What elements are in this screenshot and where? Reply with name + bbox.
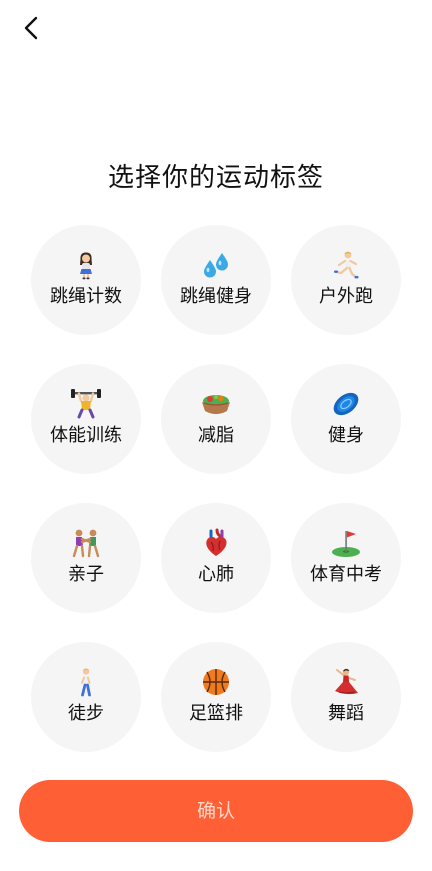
girl-standing-icon	[70, 249, 102, 281]
back-button[interactable]	[16, 14, 48, 46]
tag-label: 舞蹈	[328, 703, 364, 724]
dancer-icon	[330, 666, 362, 698]
tag-label: 跳绳计数	[50, 286, 122, 307]
tag-label: 跳绳健身	[180, 286, 252, 307]
sport-tag-grid: 跳绳计数 跳绳健身 户外跑 体能训练 减脂 健身 亲子 心肺 体育中考 徒步 足…	[31, 225, 401, 752]
tag-label: 足篮排	[189, 703, 243, 724]
page-title: 选择你的运动标签	[107, 163, 324, 193]
tag-label: 心肺	[198, 564, 234, 585]
tag-dance[interactable]: 舞蹈	[291, 642, 401, 752]
weightlifter-icon	[70, 388, 102, 420]
tag-sports-exam[interactable]: 体育中考	[291, 503, 401, 613]
tag-label: 体育中考	[310, 564, 382, 585]
tag-outdoor-running[interactable]: 户外跑	[291, 225, 401, 335]
tag-label: 健身	[328, 425, 364, 446]
tag-label: 亲子	[68, 564, 104, 585]
golf-flag-icon	[330, 527, 362, 559]
tag-ball-sports[interactable]: 足篮排	[161, 642, 271, 752]
tag-label: 户外跑	[319, 286, 373, 307]
basketball-icon	[200, 666, 232, 698]
chevron-left-icon	[22, 16, 42, 44]
walker-icon	[70, 666, 102, 698]
tag-jump-rope-fitness[interactable]: 跳绳健身	[161, 225, 271, 335]
tag-label: 体能训练	[50, 425, 122, 446]
frisbee-icon	[330, 388, 362, 420]
tag-label: 减脂	[198, 425, 234, 446]
wrestlers-icon	[70, 527, 102, 559]
tag-hiking[interactable]: 徒步	[31, 642, 141, 752]
salad-bowl-icon	[200, 388, 232, 420]
tag-jump-rope-counting[interactable]: 跳绳计数	[31, 225, 141, 335]
runner-icon	[330, 249, 362, 281]
tag-cardio[interactable]: 心肺	[161, 503, 271, 613]
tag-fat-loss[interactable]: 减脂	[161, 364, 271, 474]
tag-parent-child[interactable]: 亲子	[31, 503, 141, 613]
tag-label: 徒步	[68, 703, 104, 724]
anatomical-heart-icon	[200, 527, 232, 559]
sweat-droplets-icon	[200, 249, 232, 281]
confirm-button[interactable]: 确认	[19, 780, 413, 842]
tag-physical-training[interactable]: 体能训练	[31, 364, 141, 474]
tag-fitness[interactable]: 健身	[291, 364, 401, 474]
